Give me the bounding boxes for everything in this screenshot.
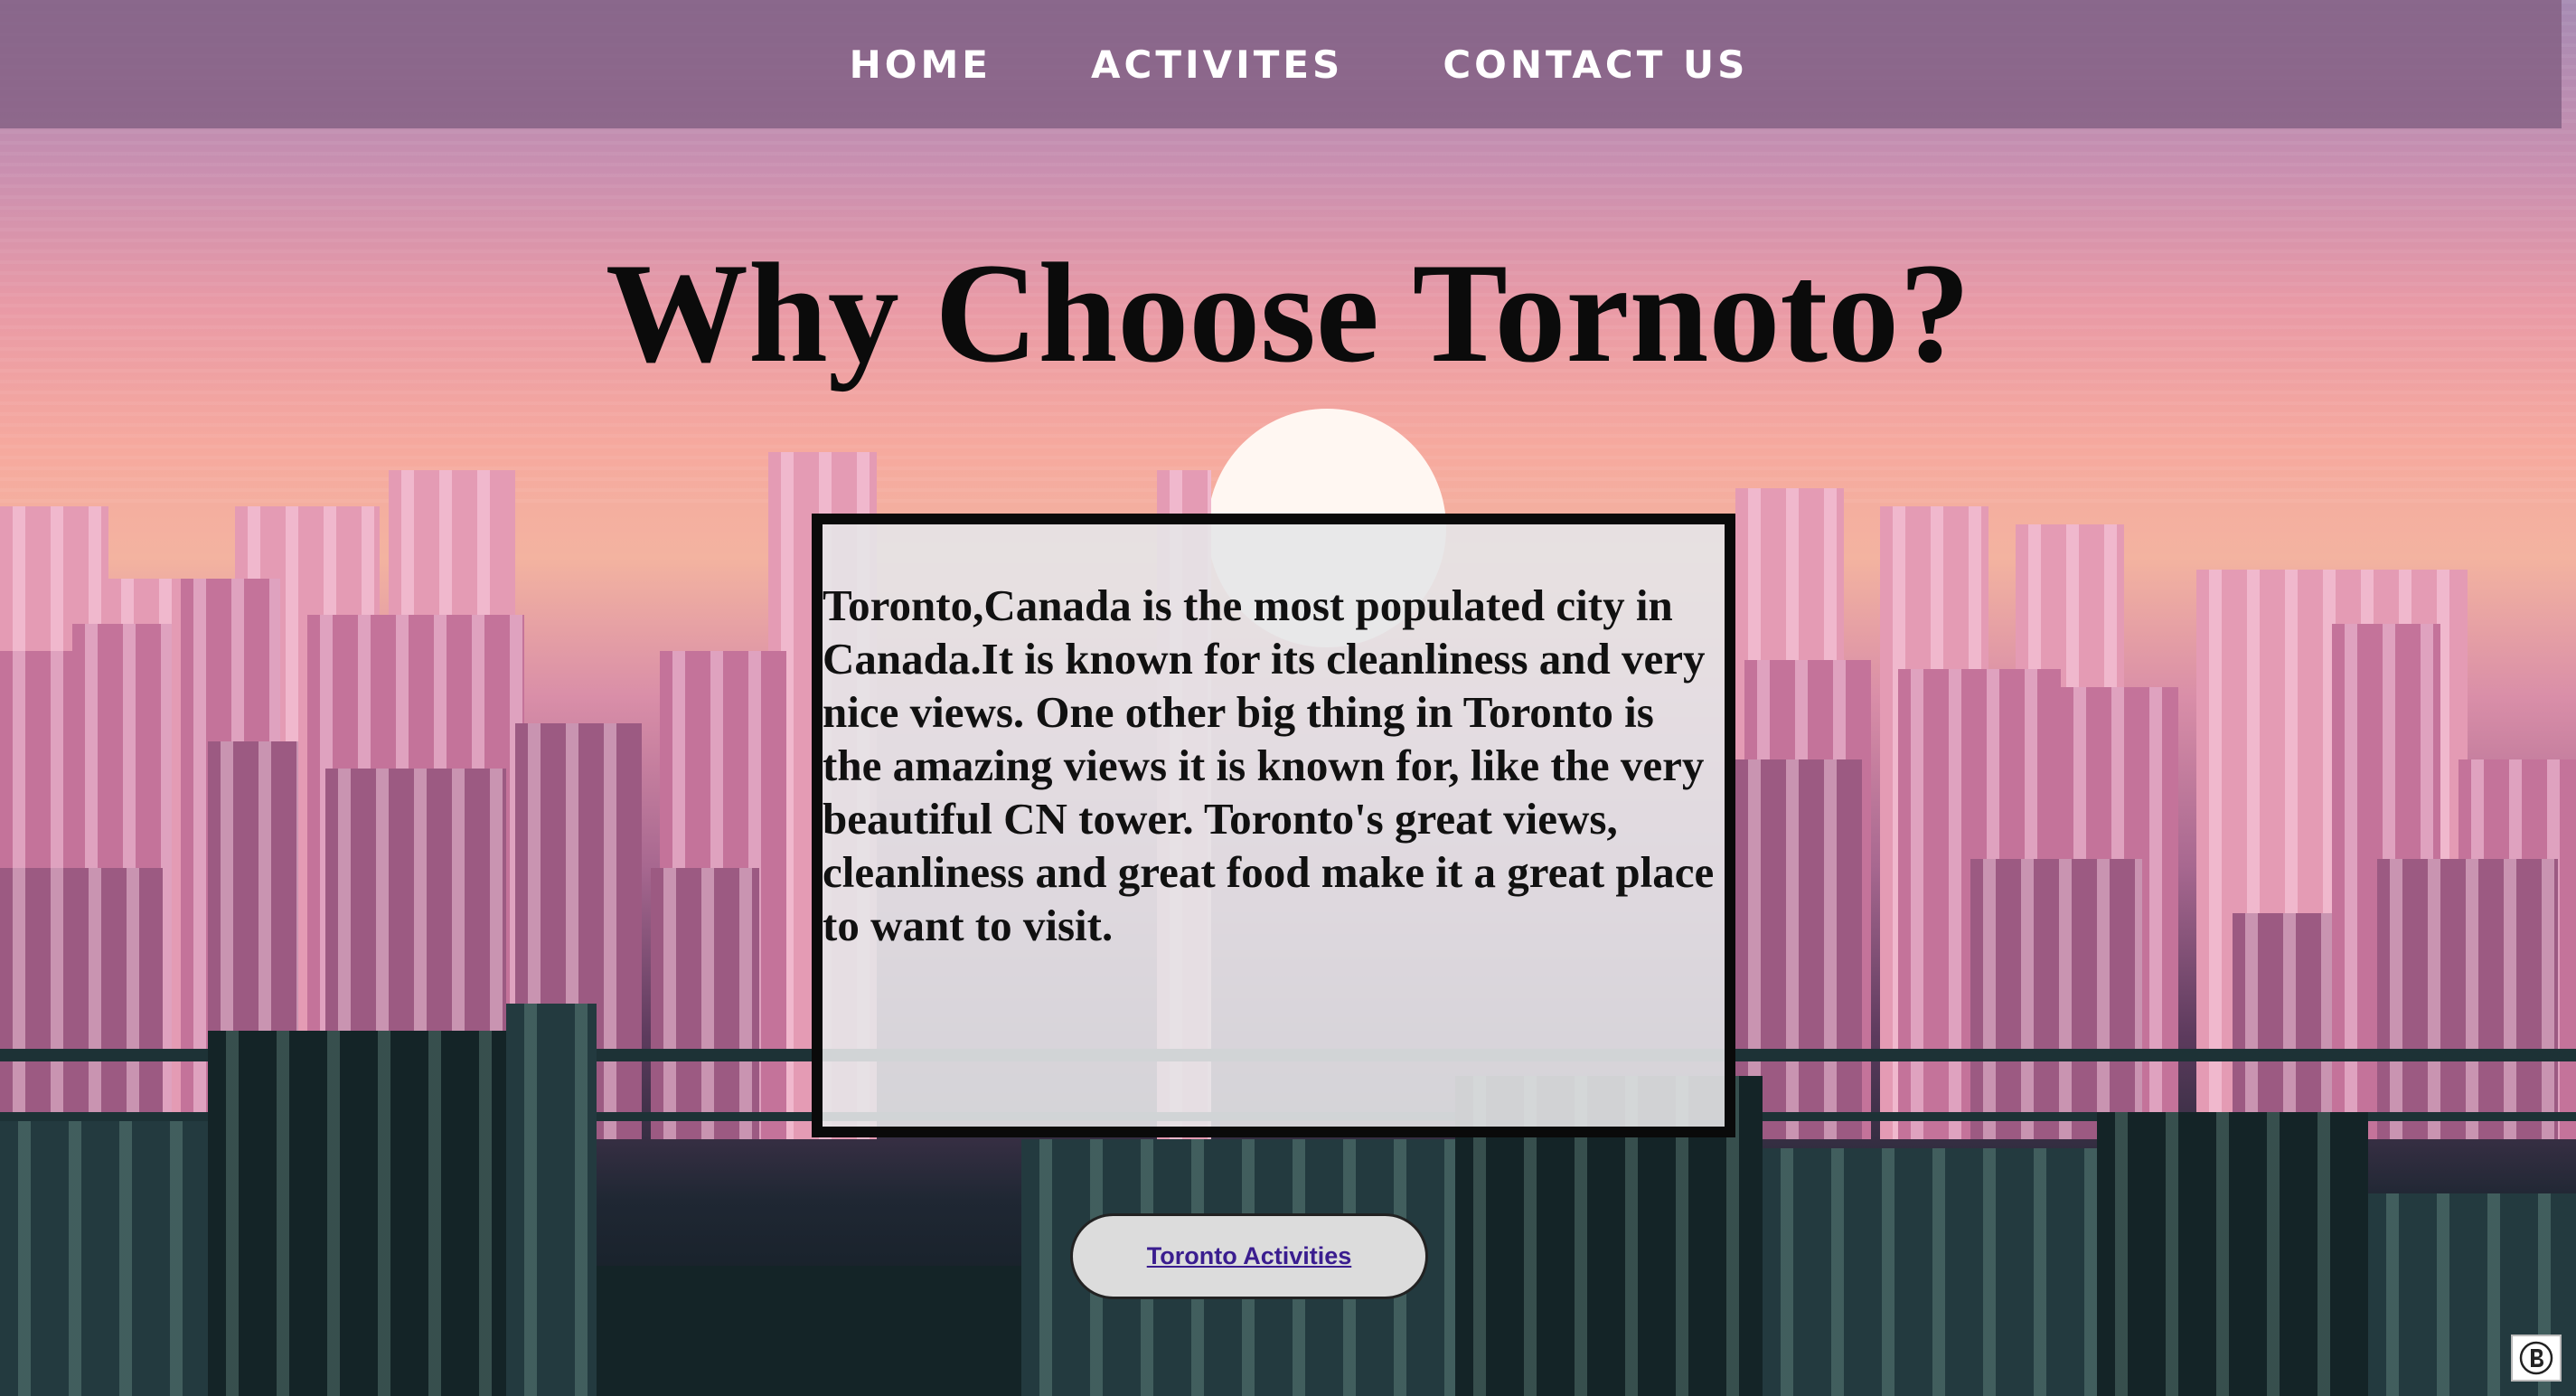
page-title: Why Choose Tornoto? [605,234,1971,392]
building [506,1004,597,1396]
nav-contact-link[interactable]: CONTACT US [1443,42,1748,87]
building [1970,859,2142,1139]
building [208,1031,515,1396]
info-text: Toronto,Canada is the most populated cit… [823,580,1715,950]
b-circle-icon-glyph [2519,1341,2553,1375]
building [2097,1112,2368,1396]
building [1763,1148,2106,1396]
nav-home-link[interactable]: HOME [850,42,992,87]
building [651,868,759,1139]
building [597,1266,1067,1396]
toronto-activities-link[interactable]: Toronto Activities [1147,1242,1352,1270]
info-card: Toronto,Canada is the most populated cit… [812,514,1735,1137]
building [0,868,163,1139]
building [2233,913,2332,1139]
nav-activities-link[interactable]: ACTIVITES [1091,42,1343,87]
b-circle-icon[interactable] [2511,1335,2562,1382]
building [0,1121,217,1396]
building [2377,859,2558,1139]
top-nav: HOME ACTIVITES CONTACT US [0,0,2562,128]
toronto-activities-button[interactable]: Toronto Activities [1070,1213,1428,1299]
